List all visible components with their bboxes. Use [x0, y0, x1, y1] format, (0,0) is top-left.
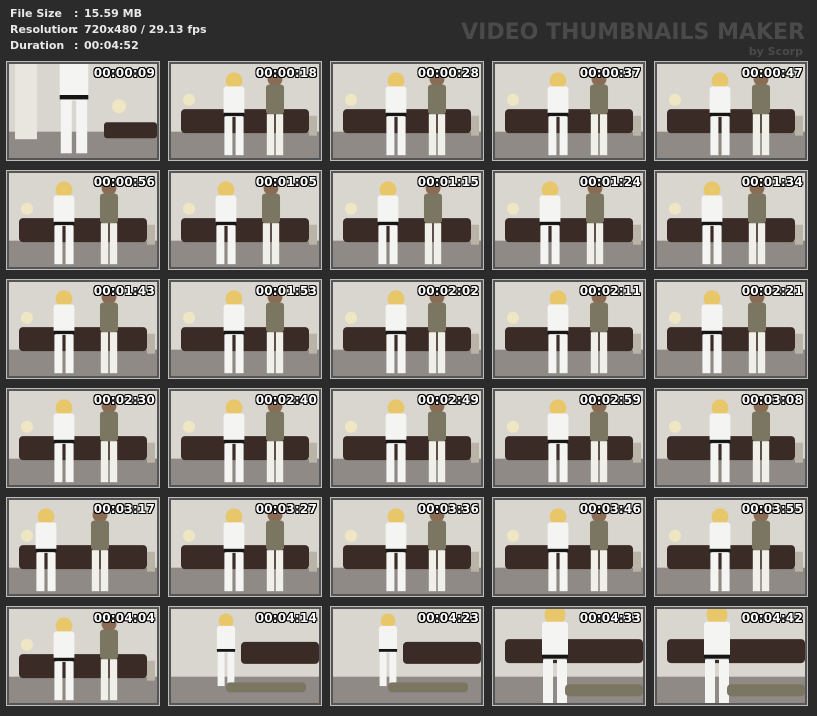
file-size-value: 15.59 MB [84, 7, 142, 20]
thumbnail-timestamp: 00:02:40 [255, 393, 317, 407]
brand-watermark: VIDEO THUMBNAILS MAKER by Scorp [461, 20, 805, 58]
thumbnail-frame[interactable]: 00:01:43 [6, 279, 160, 379]
thumbnail-timestamp: 00:04:23 [417, 611, 479, 625]
thumbnail-frame[interactable]: 00:01:34 [654, 170, 808, 270]
thumbnail-frame[interactable]: 00:03:36 [330, 497, 484, 597]
thumbnail-timestamp: 00:02:21 [741, 284, 803, 298]
thumbnail-frame[interactable]: 00:03:17 [6, 497, 160, 597]
file-size-row: File Size : 15.59 MB [10, 6, 207, 22]
thumbnail-frame[interactable]: 00:01:53 [168, 279, 322, 379]
thumbnail-timestamp: 00:01:53 [255, 284, 317, 298]
duration-label: Duration [10, 39, 65, 52]
thumbnail-frame[interactable]: 00:02:11 [492, 279, 646, 379]
thumbnail-frame[interactable]: 00:02:40 [168, 388, 322, 488]
thumbnail-timestamp: 00:01:43 [93, 284, 155, 298]
thumbnail-frame[interactable]: 00:01:15 [330, 170, 484, 270]
thumbnail-frame[interactable]: 00:04:04 [6, 606, 160, 706]
thumbnail-timestamp: 00:00:28 [417, 66, 479, 80]
thumbnail-frame[interactable]: 00:03:55 [654, 497, 808, 597]
thumbnail-timestamp: 00:03:46 [579, 502, 641, 516]
thumbnail-frame[interactable]: 00:02:59 [492, 388, 646, 488]
resolution-row: Resolution : 720x480 / 29.13 fps [10, 22, 207, 38]
thumbnail-frame[interactable]: 00:01:24 [492, 170, 646, 270]
thumbnail-frame[interactable]: 00:04:33 [492, 606, 646, 706]
resolution-label: Resolution [10, 23, 77, 36]
thumbnail-timestamp: 00:02:30 [93, 393, 155, 407]
thumbnail-timestamp: 00:02:02 [417, 284, 479, 298]
thumbnail-frame[interactable]: 00:00:28 [330, 61, 484, 161]
thumbnail-timestamp: 00:00:18 [255, 66, 317, 80]
brand-title: VIDEO THUMBNAILS MAKER [461, 20, 805, 45]
thumbnail-timestamp: 00:04:33 [579, 611, 641, 625]
thumbnail-timestamp: 00:04:04 [93, 611, 155, 625]
thumbnail-frame[interactable]: 00:00:18 [168, 61, 322, 161]
thumbnail-frame[interactable]: 00:04:42 [654, 606, 808, 706]
thumbnail-timestamp: 00:03:36 [417, 502, 479, 516]
thumbnail-frame[interactable]: 00:04:23 [330, 606, 484, 706]
duration-row: Duration : 00:04:52 [10, 38, 207, 54]
thumbnail-timestamp: 00:00:37 [579, 66, 641, 80]
thumbnail-frame[interactable]: 00:02:49 [330, 388, 484, 488]
file-info-panel: File Size : 15.59 MB Resolution : 720x48… [10, 6, 207, 54]
thumbnail-timestamp: 00:04:42 [741, 611, 803, 625]
thumbnail-timestamp: 00:00:09 [93, 66, 155, 80]
thumbnail-timestamp: 00:02:11 [579, 284, 641, 298]
thumbnail-frame[interactable]: 00:02:21 [654, 279, 808, 379]
file-size-separator: : [74, 7, 79, 20]
thumbnail-frame[interactable]: 00:01:05 [168, 170, 322, 270]
thumbnail-timestamp: 00:04:14 [255, 611, 317, 625]
file-size-label: File Size [10, 7, 62, 20]
resolution-separator: : [74, 23, 79, 36]
thumbnail-frame[interactable]: 00:00:47 [654, 61, 808, 161]
thumbnail-frame[interactable]: 00:00:09 [6, 61, 160, 161]
thumbnail-timestamp: 00:03:08 [741, 393, 803, 407]
thumbnail-timestamp: 00:00:47 [741, 66, 803, 80]
thumbnail-timestamp: 00:02:59 [579, 393, 641, 407]
duration-value: 00:04:52 [84, 39, 139, 52]
duration-separator: : [74, 39, 79, 52]
thumbnail-frame[interactable]: 00:03:08 [654, 388, 808, 488]
thumbnail-timestamp: 00:03:27 [255, 502, 317, 516]
thumbnail-timestamp: 00:01:05 [255, 175, 317, 189]
thumbnail-timestamp: 00:01:24 [579, 175, 641, 189]
thumbnail-frame[interactable]: 00:03:46 [492, 497, 646, 597]
thumbnail-frame[interactable]: 00:02:30 [6, 388, 160, 488]
resolution-value: 720x480 / 29.13 fps [84, 23, 207, 36]
thumbnail-timestamp: 00:00:56 [93, 175, 155, 189]
thumbnail-timestamp: 00:01:15 [417, 175, 479, 189]
thumbnail-timestamp: 00:01:34 [741, 175, 803, 189]
thumbnail-frame[interactable]: 00:02:02 [330, 279, 484, 379]
thumbnail-frame[interactable]: 00:00:37 [492, 61, 646, 161]
thumbnail-timestamp: 00:03:17 [93, 502, 155, 516]
thumbnail-timestamp: 00:02:49 [417, 393, 479, 407]
thumbnail-grid: 00:00:09 00:00:18 00:00:28 00:00:37 00:0… [6, 61, 812, 709]
thumbnail-frame[interactable]: 00:04:14 [168, 606, 322, 706]
thumbnail-timestamp: 00:03:55 [741, 502, 803, 516]
thumbnail-frame[interactable]: 00:00:56 [6, 170, 160, 270]
brand-subtitle: by Scorp [748, 45, 803, 58]
thumbnail-frame[interactable]: 00:03:27 [168, 497, 322, 597]
